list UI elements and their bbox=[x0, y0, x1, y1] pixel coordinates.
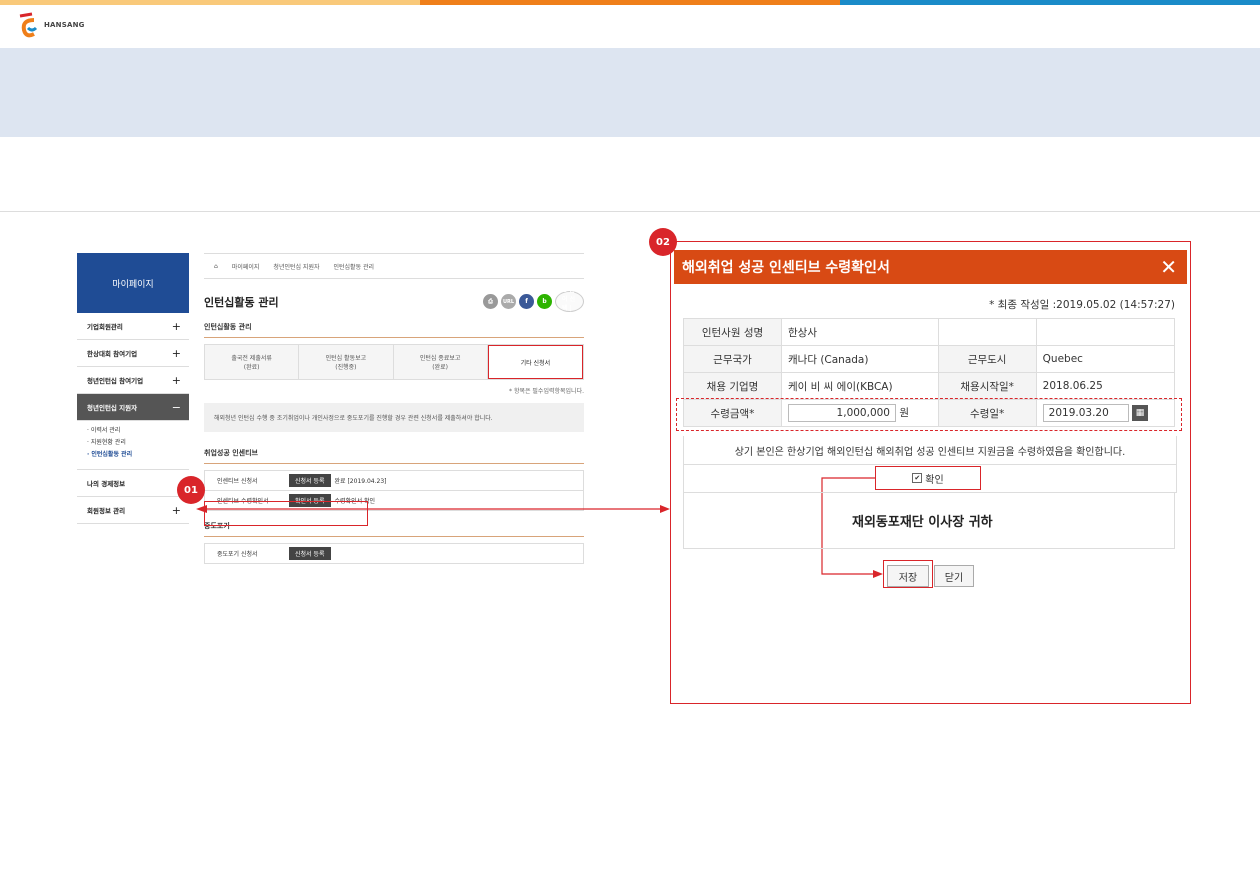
name-label: 인턴사원 성명 bbox=[683, 318, 782, 346]
popup-title: 해외취업 성공 인센티브 수령확인서 bbox=[682, 260, 890, 276]
name-value: 한상사 bbox=[781, 318, 939, 346]
company-value: 케이 비 씨 에이(KBCA) bbox=[781, 372, 939, 400]
start-date-label: 채용시작일* bbox=[937, 372, 1037, 400]
city-value: Quebec bbox=[1035, 345, 1176, 373]
dashed-highlight bbox=[676, 398, 1182, 431]
recipient: 재외동포재단 이사장 귀하 bbox=[683, 492, 1175, 549]
save-highlight bbox=[883, 560, 933, 588]
city-label: 근무도시 bbox=[937, 345, 1037, 373]
company-label: 채용 기업명 bbox=[683, 372, 782, 400]
empty-cell bbox=[937, 318, 1037, 346]
country-label: 근무국가 bbox=[683, 345, 782, 373]
confirm-checkbox[interactable]: ✔ 확인 bbox=[875, 466, 981, 490]
checkbox-label: 확인 bbox=[925, 474, 944, 486]
popup-titlebar: 해외취업 성공 인센티브 수령확인서 ✕ bbox=[674, 250, 1187, 284]
checkbox-icon[interactable]: ✔ bbox=[912, 473, 923, 483]
confirm-statement: 상기 본인은 한상기업 해외인턴십 해외취업 성공 인센티브 지원금을 수령하였… bbox=[683, 436, 1177, 465]
last-written-date: * 최종 작성일 :2019.05.02 (14:57:27) bbox=[989, 299, 1175, 311]
country-value: 캐나다 (Canada) bbox=[781, 345, 939, 373]
close-icon[interactable]: ✕ bbox=[1160, 255, 1177, 279]
empty-cell bbox=[1035, 318, 1176, 346]
step-badge-02: 02 bbox=[649, 228, 677, 256]
close-button[interactable]: 닫기 bbox=[934, 565, 974, 587]
start-date-value: 2018.06.25 bbox=[1035, 372, 1176, 400]
